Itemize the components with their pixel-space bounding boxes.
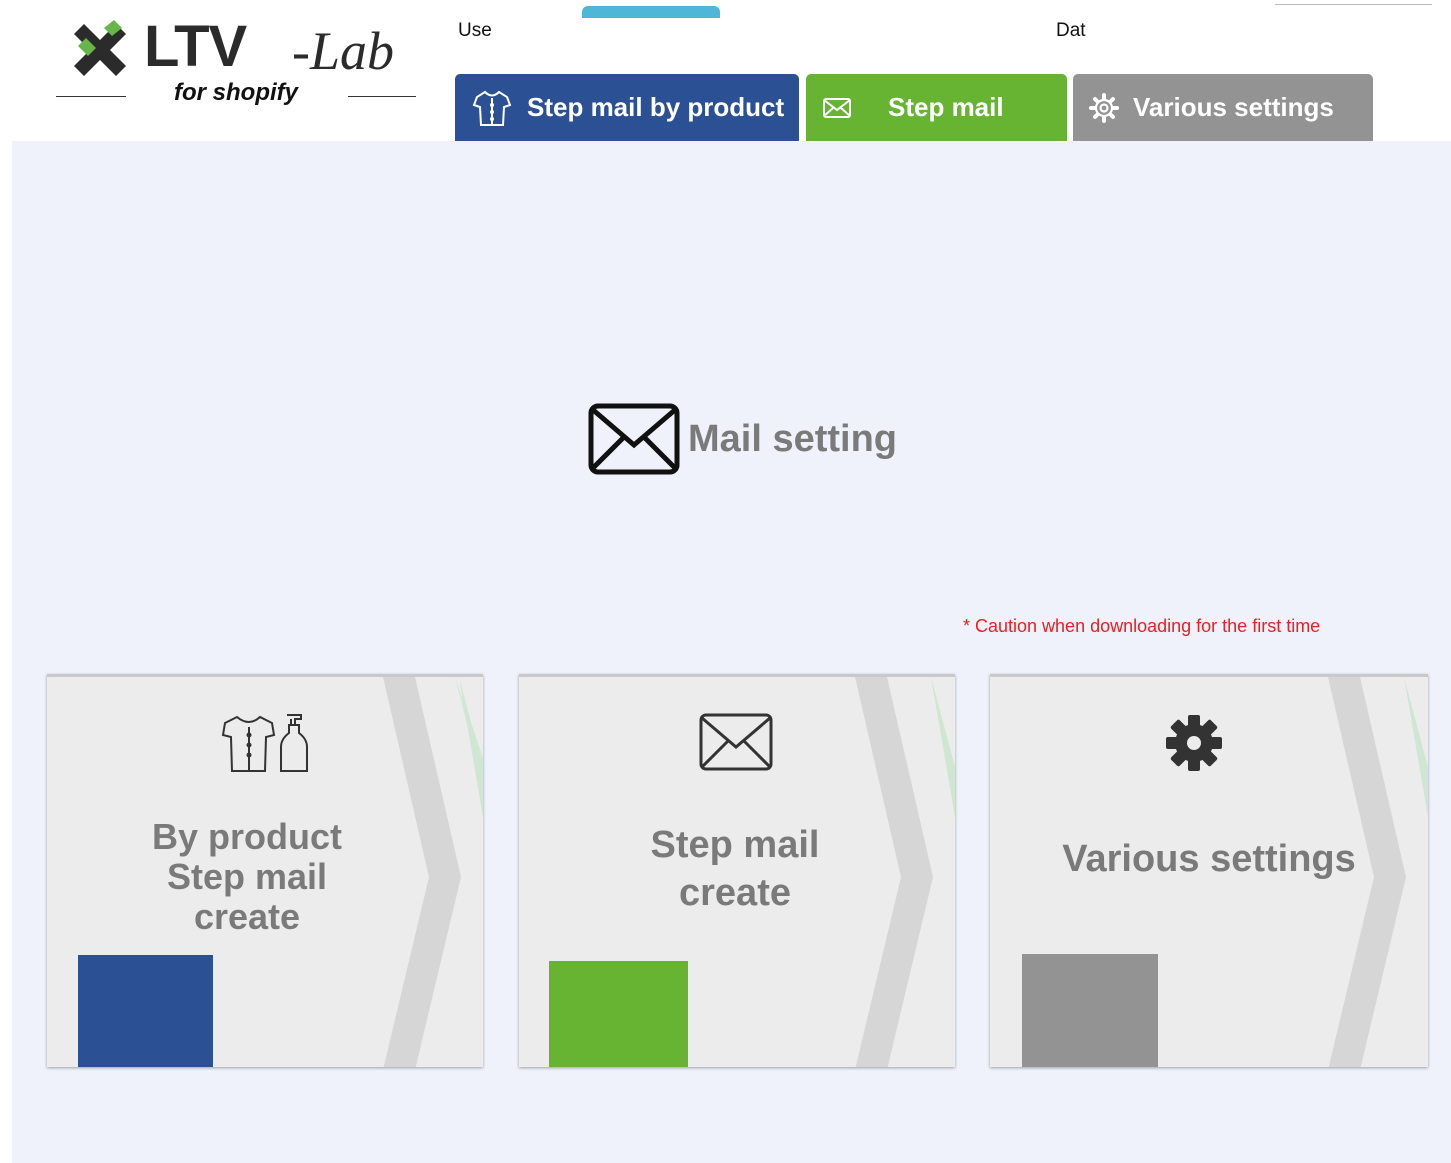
ltv-logo-mark-icon xyxy=(74,20,126,76)
card-step-mail-by-product[interactable]: By product Step mail create xyxy=(47,674,483,1067)
card-color-swatch xyxy=(78,955,213,1067)
card-title-line: create xyxy=(679,872,791,914)
logo-name: LTV xyxy=(144,14,247,79)
tab-various-settings[interactable]: Various settings xyxy=(1073,74,1373,141)
caution-link[interactable]: * Caution when downloading for the first… xyxy=(963,616,1320,637)
logo-suffix: -Lab xyxy=(292,21,395,81)
header-right-label: Dat xyxy=(1056,20,1086,41)
tab-step-mail-by-product[interactable]: Step mail by product xyxy=(455,74,799,141)
tab-step-mail[interactable]: Step mail xyxy=(806,74,1067,141)
tab-label: Various settings xyxy=(1133,92,1334,122)
card-title-line: create xyxy=(193,896,301,937)
card-title-line: Step mail xyxy=(166,856,328,897)
card-title: Step mail create xyxy=(519,821,955,917)
card-title: By product Step mail create xyxy=(47,817,483,937)
card-various-settings[interactable]: Various settings xyxy=(990,674,1428,1067)
logo-tagline: for shopify xyxy=(174,79,298,106)
tab-label: Step mail xyxy=(888,92,1004,122)
envelope-icon xyxy=(699,713,773,771)
card-color-swatch xyxy=(1022,954,1158,1067)
gear-icon xyxy=(1166,715,1222,771)
card-title-line: Various settings xyxy=(1062,838,1356,880)
gear-icon xyxy=(1089,92,1119,123)
header-accent-tab[interactable] xyxy=(582,6,720,18)
clothes-bottle-icon xyxy=(221,714,308,772)
envelope-icon xyxy=(588,403,680,475)
envelope-icon xyxy=(823,97,851,118)
card-color-swatch xyxy=(549,961,688,1067)
card-title: Various settings xyxy=(990,837,1428,881)
card-title-line: By product xyxy=(151,816,342,857)
header-left-label: Use xyxy=(458,20,492,41)
page-title: Mail setting xyxy=(588,402,897,476)
tab-label: Step mail by product xyxy=(527,92,785,122)
header-divider xyxy=(1275,4,1432,5)
shirt-icon xyxy=(472,90,512,126)
app-logo: LTV -Lab for shopify xyxy=(56,14,416,114)
page-title-text: Mail setting xyxy=(688,417,898,460)
card-step-mail[interactable]: Step mail create xyxy=(519,674,955,1067)
card-title-line: Step mail xyxy=(650,824,820,866)
